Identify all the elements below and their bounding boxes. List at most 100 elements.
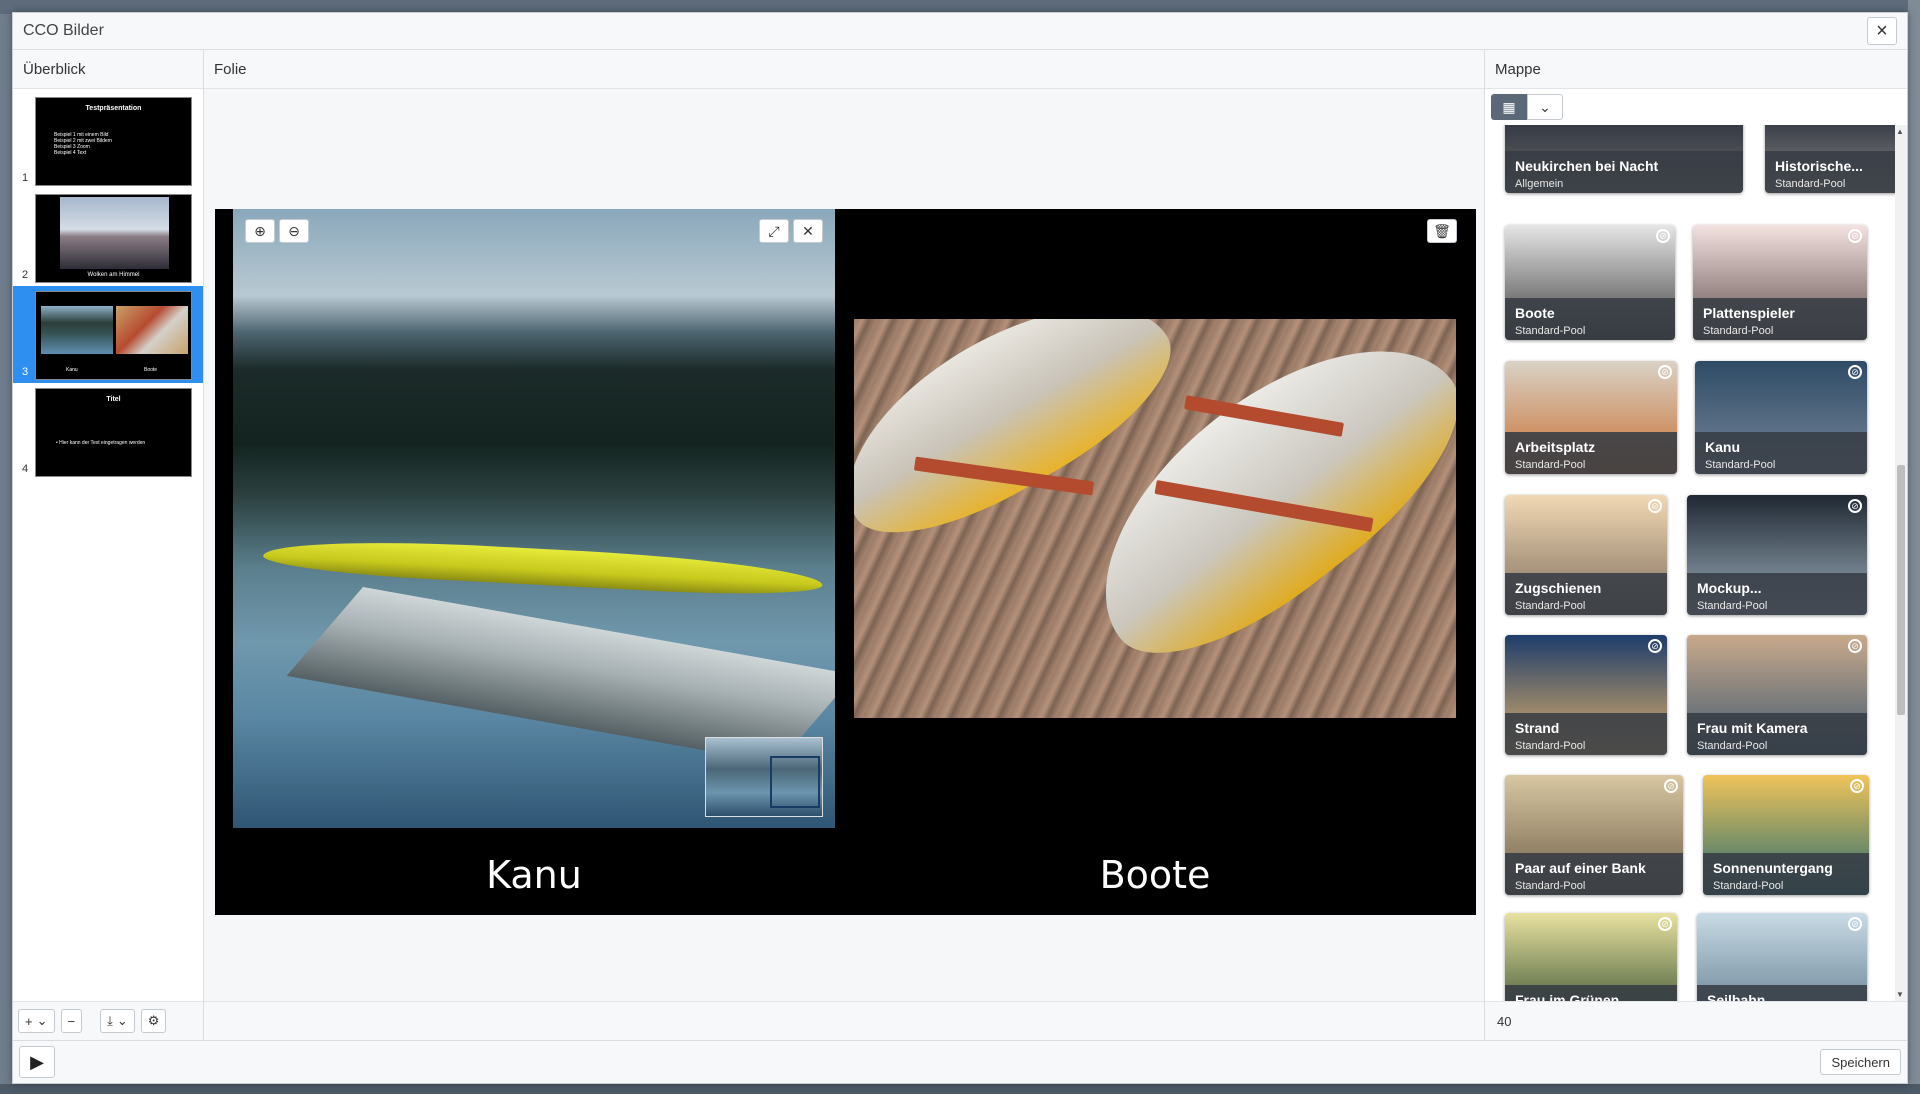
card-name: Strand	[1515, 720, 1560, 736]
slide-item-4[interactable]: 4 Titel • Hier kann der Text eingetragen…	[13, 383, 203, 480]
slide-thumbnail[interactable]: Testpräsentation Beispiel 1 mit einem Bi…	[35, 97, 192, 186]
block-icon[interactable]: ⊘	[1848, 365, 1862, 379]
card-name: Mockup...	[1697, 580, 1762, 596]
slide-panel: Folie ⊕ ⊖ ⤢ ✕ 🗑 Kanu Boote	[204, 50, 1484, 1040]
block-icon[interactable]: ⊘	[1658, 365, 1672, 379]
image-gallery[interactable]: Neukirchen bei Nacht Allgemein Historische…	[1485, 125, 1907, 1001]
gallery-card[interactable]: ⊘ Mockup... Standard-Pool	[1687, 495, 1867, 615]
delete-image-button[interactable]: 🗑	[1427, 219, 1457, 243]
slide-thumbnail[interactable]: Kanu Boote	[35, 291, 192, 380]
card-info: Kanu Standard-Pool	[1695, 432, 1867, 474]
dialog-title: CCO Bilder	[23, 22, 104, 39]
card-name: Frau im Grünen	[1515, 992, 1620, 1001]
grid-view-button[interactable]: ▦	[1491, 94, 1527, 120]
slide-number: 4	[22, 463, 29, 475]
slide-canvas[interactable]: ⊕ ⊖ ⤢ ✕ 🗑 Kanu Boote	[215, 209, 1476, 915]
gallery-card[interactable]: ⊘ Plattenspieler Standard-Pool	[1693, 225, 1867, 340]
card-name: Plattenspieler	[1703, 305, 1795, 321]
zoom-out-button[interactable]: ⊖	[279, 219, 309, 243]
overview-header: Überblick	[13, 50, 203, 89]
block-icon[interactable]: ⊘	[1648, 499, 1662, 513]
gallery-card[interactable]: ⊘ Boote Standard-Pool	[1505, 225, 1675, 340]
desktop-background-right	[1908, 0, 1920, 1094]
add-slide-button[interactable]: + ⌄	[18, 1009, 55, 1033]
gallery-scrollbar[interactable]: ▲ ▼	[1895, 125, 1907, 1001]
card-info: Strand Standard-Pool	[1505, 713, 1667, 755]
gallery-card[interactable]: ⊘ SeilbahnStandard-Pool	[1697, 913, 1867, 1001]
minus-icon: −	[67, 1013, 76, 1029]
gallery-card[interactable]: ⊘ Frau mit Kamera Standard-Pool	[1687, 635, 1867, 755]
card-name: Boote	[1515, 305, 1555, 321]
download-button[interactable]: ⤓ ⌄	[100, 1009, 135, 1033]
minimap-viewport[interactable]	[770, 756, 820, 808]
block-icon[interactable]: ⊘	[1656, 229, 1670, 243]
card-info: Paar auf einer Bank Standard-Pool	[1505, 853, 1683, 895]
slide-item-2[interactable]: 2 Wolken am Himmel	[13, 189, 203, 286]
card-name: Neukirchen bei Nacht	[1515, 158, 1659, 174]
play-button[interactable]: ▶	[19, 1046, 55, 1078]
card-info: Boote Standard-Pool	[1505, 298, 1675, 340]
gallery-card[interactable]: ⊘ Strand Standard-Pool	[1505, 635, 1667, 755]
slide-item-1[interactable]: 1 Testpräsentation Beispiel 1 mit einem …	[13, 92, 203, 189]
slide-thumb-lines: Beispiel 1 mit einem Bild Beispiel 2 mit…	[54, 132, 191, 156]
gallery-card[interactable]: Historische... Standard-Pool	[1765, 125, 1903, 193]
gallery-card[interactable]: ⊘ Frau im GrünenStandard-Pool	[1505, 913, 1677, 1001]
gallery-card[interactable]: ⊘ Zugschienen Standard-Pool	[1505, 495, 1667, 615]
slide-header: Folie	[204, 50, 1484, 89]
remove-slide-button[interactable]: −	[60, 1009, 83, 1033]
zoom-in-button[interactable]: ⊕	[245, 219, 275, 243]
slide-thumbnail[interactable]: Titel • Hier kann der Text eingetragen w…	[35, 388, 192, 477]
block-icon[interactable]: ⊘	[1648, 639, 1662, 653]
folder-toolbar: ▦ ⌄	[1485, 89, 1907, 125]
card-name: Zugschienen	[1515, 580, 1602, 596]
slide-thumb-title: Titel	[106, 396, 121, 403]
chevron-down-icon: ⌄	[36, 1013, 48, 1028]
block-icon[interactable]: ⊘	[1850, 779, 1864, 793]
settings-button[interactable]: ⚙	[140, 1009, 167, 1033]
gallery-card[interactable]: Neukirchen bei Nacht Allgemein	[1505, 125, 1743, 193]
chevron-down-icon: ⌄	[116, 1013, 128, 1028]
card-name: Historische...	[1775, 158, 1863, 174]
slide-footer	[204, 1001, 1484, 1040]
card-pool: Allgemein	[1515, 178, 1564, 190]
download-icon: ⤓	[107, 1013, 113, 1028]
dialog-bottom-bar: ▶ Speichern	[13, 1040, 1907, 1083]
slide-thumb-bullet: • Hier kann der Text eingetragen werden	[56, 440, 146, 446]
gallery-card[interactable]: ⊘ Kanu Standard-Pool	[1695, 361, 1867, 474]
save-button[interactable]: Speichern	[1820, 1049, 1901, 1075]
view-menu-button[interactable]: ⌄	[1527, 94, 1563, 120]
scroll-up-icon[interactable]: ▲	[1896, 127, 1904, 136]
chevron-down-icon: ⌄	[1539, 98, 1551, 115]
block-icon[interactable]: ⊘	[1848, 499, 1862, 513]
slide-thumb-image	[60, 197, 169, 269]
caption-left[interactable]: Kanu	[233, 853, 835, 897]
block-icon[interactable]: ⊘	[1658, 917, 1672, 931]
slide-image-kanu[interactable]: ⊕ ⊖ ⤢ ✕	[233, 209, 835, 828]
block-icon[interactable]: ⊘	[1848, 229, 1862, 243]
slide-thumbnail[interactable]: Wolken am Himmel	[35, 194, 192, 283]
caption-right[interactable]: Boote	[854, 853, 1456, 897]
block-icon[interactable]: ⊘	[1848, 639, 1862, 653]
image-count: 40	[1497, 1013, 1512, 1029]
remove-image-button[interactable]: ✕	[793, 219, 823, 243]
zoom-minimap[interactable]	[705, 737, 823, 817]
scroll-down-icon[interactable]: ▼	[1896, 990, 1904, 999]
gallery-card[interactable]: ⊘ Arbeitsplatz Standard-Pool	[1505, 361, 1677, 474]
card-info: Arbeitsplatz Standard-Pool	[1505, 432, 1677, 474]
expand-image-button[interactable]: ⤢	[759, 219, 789, 243]
block-icon[interactable]: ⊘	[1664, 779, 1678, 793]
card-name: Paar auf einer Bank	[1515, 860, 1646, 876]
scrollbar-thumb[interactable]	[1897, 465, 1905, 715]
close-button[interactable]: ×	[1867, 17, 1897, 45]
card-info: Neukirchen bei Nacht Allgemein	[1505, 151, 1743, 193]
card-pool: Standard-Pool	[1705, 459, 1776, 471]
slide-thumb-image	[116, 306, 188, 354]
card-info: Historische... Standard-Pool	[1765, 151, 1903, 193]
close-icon: ×	[1876, 19, 1888, 42]
gallery-card[interactable]: ⊘ Sonnenuntergang Standard-Pool	[1703, 775, 1869, 895]
gallery-card[interactable]: ⊘ Paar auf einer Bank Standard-Pool	[1505, 775, 1683, 895]
slide-image-boote[interactable]	[854, 319, 1456, 718]
block-icon[interactable]: ⊘	[1848, 917, 1862, 931]
slide-item-3[interactable]: 3 Kanu Boote	[13, 286, 203, 383]
card-name: Seilbahn	[1707, 992, 1766, 1001]
